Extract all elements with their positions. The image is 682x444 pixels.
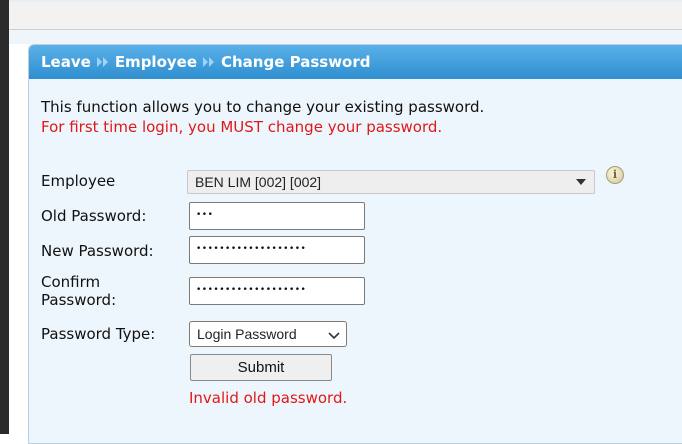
old-password-label: Old Password: xyxy=(41,207,147,225)
first-login-warning: For first time login, you MUST change yo… xyxy=(41,118,443,136)
employee-select[interactable]: BEN LIM [002] [002] xyxy=(187,170,595,194)
left-rail xyxy=(0,0,9,434)
error-message: Invalid old password. xyxy=(189,389,348,407)
new-password-mask: ••••••••••••••••••• xyxy=(196,244,307,254)
top-bar xyxy=(9,2,682,30)
confirm-password-input[interactable]: ••••••••••••••••••• xyxy=(189,277,365,305)
breadcrumb-employee[interactable]: Employee xyxy=(115,53,197,71)
confirm-label-line2: Password: xyxy=(41,291,117,309)
breadcrumb-change-password: Change Password xyxy=(221,53,371,71)
confirm-password-mask: ••••••••••••••••••• xyxy=(196,285,307,295)
employee-select-value: BEN LIM [002] [002] xyxy=(195,174,322,190)
intro-text: This function allows you to change your … xyxy=(41,97,484,137)
chevron-down-icon xyxy=(328,328,340,344)
employee-label: Employee xyxy=(41,172,116,190)
password-type-value: Login Password xyxy=(197,326,297,342)
intro-line: This function allows you to change your … xyxy=(41,98,485,116)
password-type-select[interactable]: Login Password xyxy=(189,321,347,347)
double-chevron-right-icon xyxy=(202,56,216,68)
dropdown-arrow-icon xyxy=(576,179,586,185)
confirm-password-label: Confirm Password: xyxy=(41,273,116,309)
info-icon[interactable]: i xyxy=(606,166,624,184)
submit-button[interactable]: Submit xyxy=(190,354,332,381)
new-password-input[interactable]: ••••••••••••••••••• xyxy=(189,236,365,264)
new-password-label: New Password: xyxy=(41,242,154,260)
content-gap xyxy=(9,30,682,44)
breadcrumb-leave[interactable]: Leave xyxy=(41,53,91,71)
breadcrumb: Leave Employee Change Password xyxy=(29,45,682,79)
old-password-mask: ••• xyxy=(196,210,214,220)
double-chevron-right-icon xyxy=(96,56,110,68)
old-password-input[interactable]: ••• xyxy=(189,202,365,230)
confirm-label-line1: Confirm xyxy=(41,273,101,291)
change-password-panel: Leave Employee Change Password This func… xyxy=(28,44,682,444)
password-type-label: Password Type: xyxy=(41,325,156,343)
